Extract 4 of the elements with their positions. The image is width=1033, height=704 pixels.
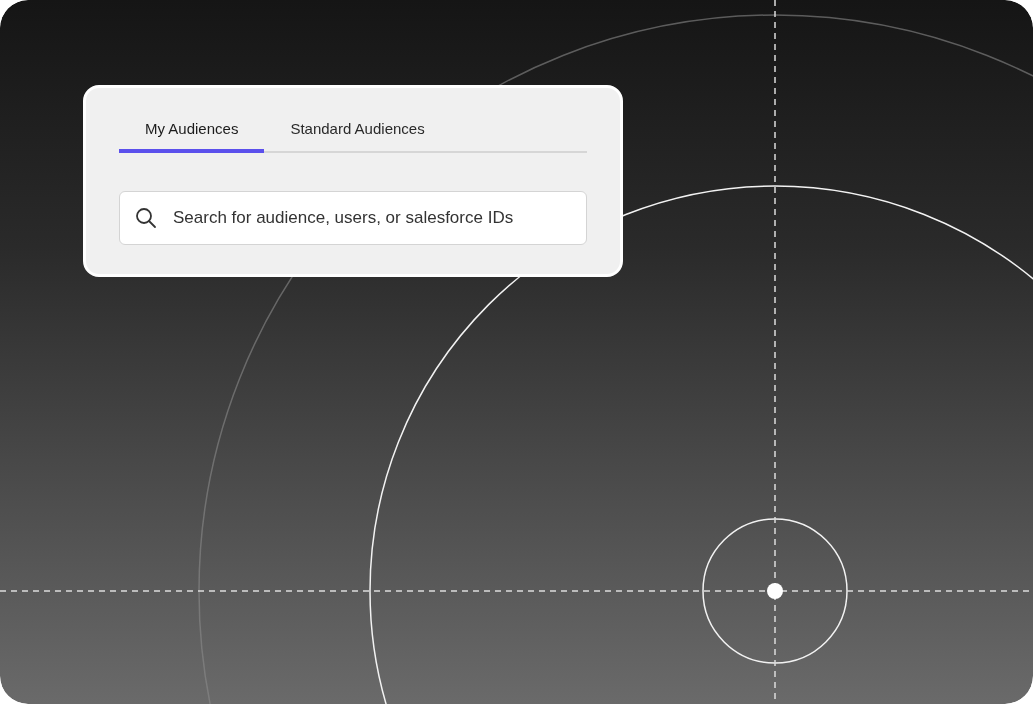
tab[interactable]: My Audiences [119,112,265,153]
search-icon [134,205,158,230]
search-field[interactable]: Search for audience, users, or salesforce IDs [119,190,587,245]
tab[interactable]: Standard Audiences [264,112,451,153]
